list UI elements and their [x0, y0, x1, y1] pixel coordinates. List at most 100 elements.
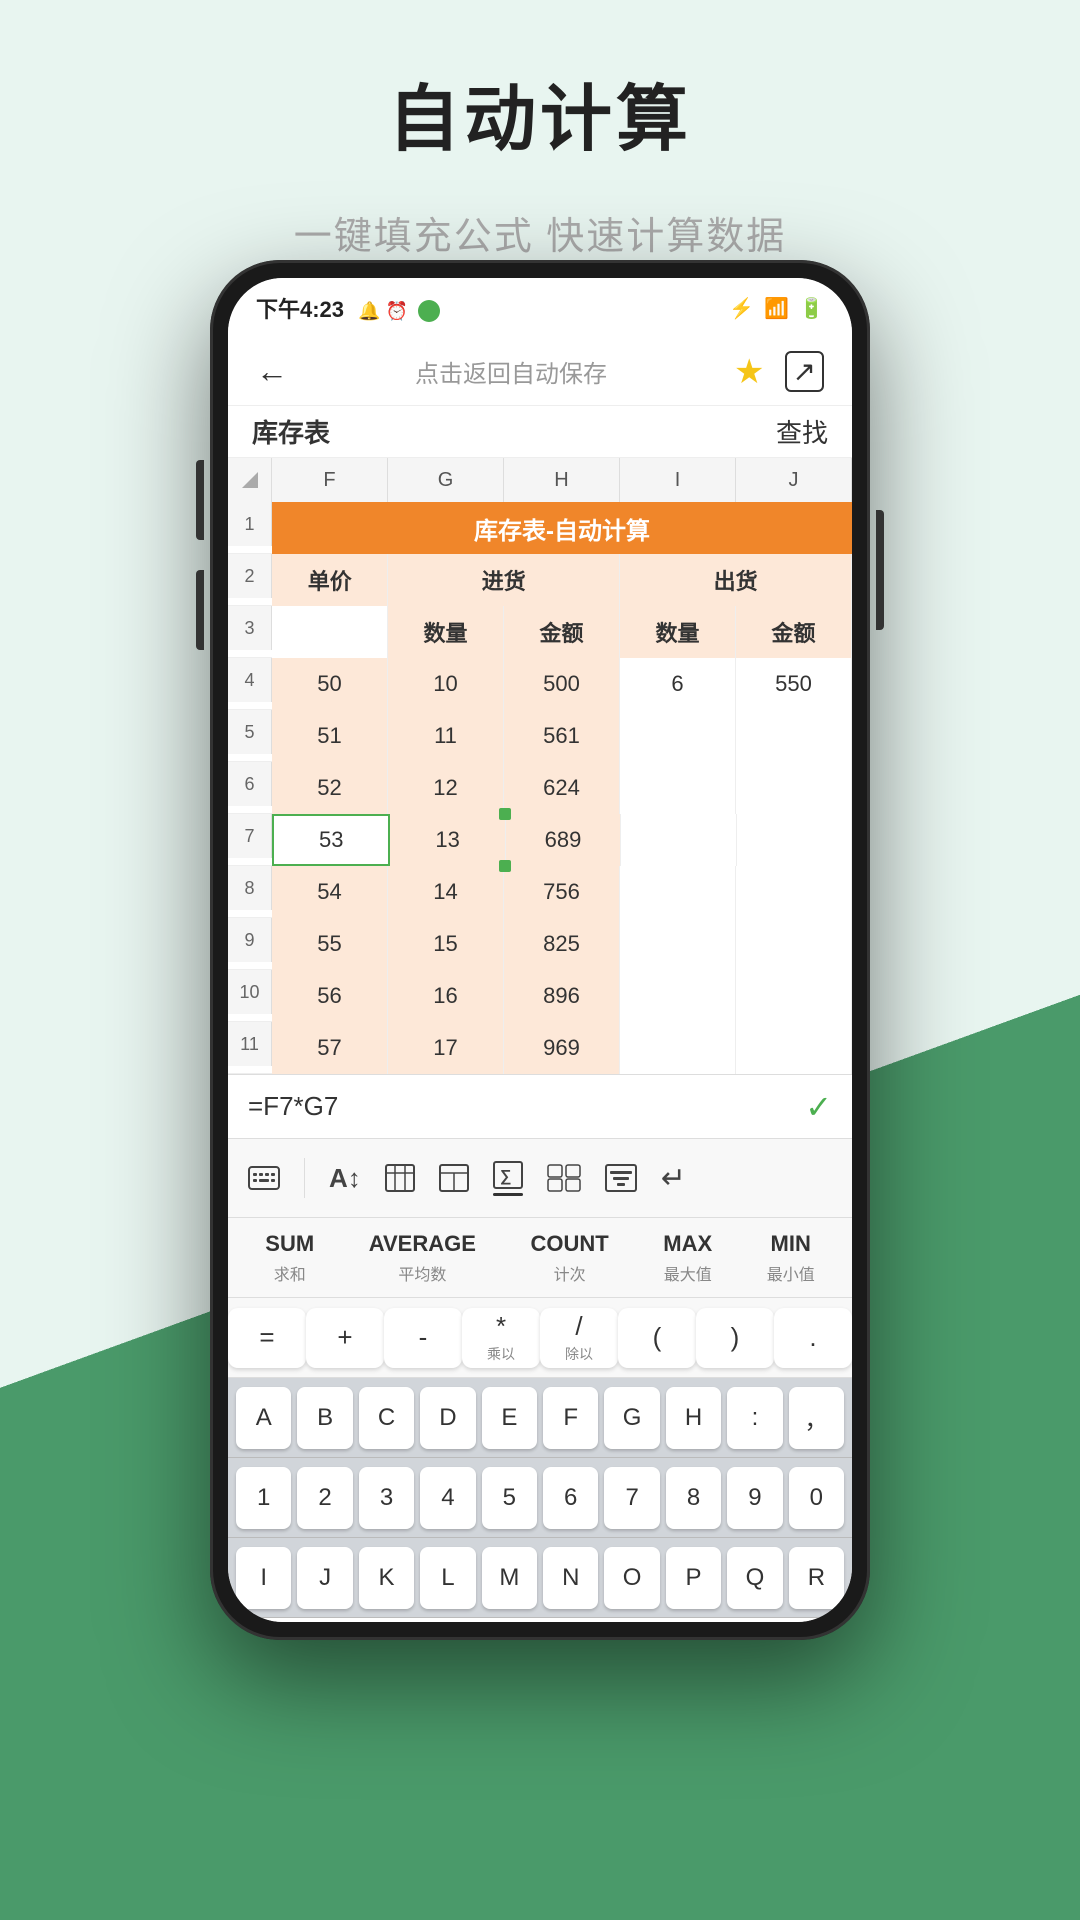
svg-text:∑: ∑ [500, 1168, 511, 1185]
multiply-button[interactable]: * 乘以 [462, 1308, 540, 1368]
cell-F5[interactable]: 51 [272, 710, 388, 762]
cell-G9[interactable]: 15 [388, 918, 504, 970]
cell-I11[interactable] [620, 1022, 736, 1074]
key-7[interactable]: 7 [604, 1467, 659, 1529]
cell-H6[interactable]: 624 [504, 762, 620, 814]
back-button[interactable]: ← [256, 353, 288, 390]
return-icon[interactable]: ↵ [661, 1161, 686, 1196]
key-0[interactable]: 0 [789, 1467, 844, 1529]
cell-J4[interactable]: 550 [736, 658, 852, 710]
cell-F10[interactable]: 56 [272, 970, 388, 1022]
cell-G10[interactable]: 16 [388, 970, 504, 1022]
text-format-icon[interactable]: A↕ [329, 1163, 361, 1194]
share-icon[interactable]: ↗ [785, 351, 824, 392]
key-D[interactable]: D [420, 1387, 475, 1449]
cell-G7[interactable]: 13 [390, 814, 505, 866]
cell-J11[interactable] [736, 1022, 852, 1074]
key-comma[interactable]: ， [789, 1387, 844, 1449]
key-Q[interactable]: Q [727, 1547, 782, 1609]
cell-H4[interactable]: 500 [504, 658, 620, 710]
formula-confirm-button[interactable]: ✓ [805, 1088, 832, 1126]
cell-G6[interactable]: 12 [388, 762, 504, 814]
cell-I10[interactable] [620, 970, 736, 1022]
key-E[interactable]: E [482, 1387, 537, 1449]
key-colon[interactable]: : [727, 1387, 782, 1449]
cell-H11[interactable]: 969 [504, 1022, 620, 1074]
cell-I9[interactable] [620, 918, 736, 970]
equals-button[interactable]: = [228, 1308, 306, 1368]
minus-button[interactable]: - [384, 1308, 462, 1368]
min-button[interactable]: MIN 最小值 [767, 1231, 815, 1285]
cell-J7[interactable] [737, 814, 852, 866]
key-8[interactable]: 8 [666, 1467, 721, 1529]
cell-J9[interactable] [736, 918, 852, 970]
dot-button[interactable]: . [774, 1308, 852, 1368]
key-I[interactable]: I [236, 1547, 291, 1609]
sum-button[interactable]: SUM 求和 [265, 1231, 314, 1285]
key-2[interactable]: 2 [297, 1467, 352, 1529]
count-button[interactable]: COUNT 计次 [530, 1231, 608, 1285]
cell-J5[interactable] [736, 710, 852, 762]
cell-F7[interactable]: 53 [272, 814, 390, 866]
cell-H9[interactable]: 825 [504, 918, 620, 970]
divide-button[interactable]: / 除以 [540, 1308, 618, 1368]
key-A[interactable]: A [236, 1387, 291, 1449]
cell-I7[interactable] [621, 814, 736, 866]
key-B[interactable]: B [297, 1387, 352, 1449]
cell-F4[interactable]: 50 [272, 658, 388, 710]
key-4[interactable]: 4 [420, 1467, 475, 1529]
key-O[interactable]: O [604, 1547, 659, 1609]
max-button[interactable]: MAX 最大值 [663, 1231, 712, 1285]
close-paren-button[interactable]: ) [696, 1308, 774, 1368]
cell-I5[interactable] [620, 710, 736, 762]
cell-J8[interactable] [736, 866, 852, 918]
formula-text[interactable]: =F7*G7 [248, 1091, 338, 1122]
merge-cells-icon[interactable] [547, 1164, 581, 1192]
key-F[interactable]: F [543, 1387, 598, 1449]
key-M[interactable]: M [482, 1547, 537, 1609]
table-icon[interactable] [385, 1164, 415, 1192]
cell-H5[interactable]: 561 [504, 710, 620, 762]
cell-G11[interactable]: 17 [388, 1022, 504, 1074]
favorite-icon[interactable]: ★ [734, 352, 764, 392]
key-P[interactable]: P [666, 1547, 721, 1609]
open-paren-button[interactable]: ( [618, 1308, 696, 1368]
key-R[interactable]: R [789, 1547, 844, 1609]
keyboard-icon[interactable] [248, 1166, 280, 1190]
cell-H10[interactable]: 896 [504, 970, 620, 1022]
key-1[interactable]: 1 [236, 1467, 291, 1529]
key-5[interactable]: 5 [482, 1467, 537, 1529]
cell-F6[interactable]: 52 [272, 762, 388, 814]
cell-I4[interactable]: 6 [620, 658, 736, 710]
key-9[interactable]: 9 [727, 1467, 782, 1529]
plus-button[interactable]: + [306, 1308, 384, 1368]
cell-F11[interactable]: 57 [272, 1022, 388, 1074]
key-C[interactable]: C [359, 1387, 414, 1449]
search-label[interactable]: 查找 [776, 413, 828, 450]
cell-G5[interactable]: 11 [388, 710, 504, 762]
filter-icon[interactable] [605, 1164, 637, 1192]
page-title-section: 自动计算 [0, 0, 1080, 185]
cell-J10[interactable] [736, 970, 852, 1022]
cell-F9[interactable]: 55 [272, 918, 388, 970]
average-button[interactable]: AVERAGE 平均数 [369, 1231, 476, 1285]
cell-I8[interactable] [620, 866, 736, 918]
cell-H8[interactable]: 756 [504, 866, 620, 918]
cell-I6[interactable] [620, 762, 736, 814]
key-3[interactable]: 3 [359, 1467, 414, 1529]
formula-icon[interactable]: ∑ [493, 1161, 523, 1196]
row-num-8: 8 [228, 866, 272, 910]
cell-F8[interactable]: 54 [272, 866, 388, 918]
cell-G4[interactable]: 10 [388, 658, 504, 710]
key-H[interactable]: H [666, 1387, 721, 1449]
cell-icon[interactable] [439, 1164, 469, 1192]
key-J[interactable]: J [297, 1547, 352, 1609]
key-K[interactable]: K [359, 1547, 414, 1609]
cell-G8[interactable]: 14 [388, 866, 504, 918]
key-N[interactable]: N [543, 1547, 598, 1609]
cell-H7[interactable]: 689 [506, 814, 621, 866]
cell-J6[interactable] [736, 762, 852, 814]
key-6[interactable]: 6 [543, 1467, 598, 1529]
key-G[interactable]: G [604, 1387, 659, 1449]
key-L[interactable]: L [420, 1547, 475, 1609]
